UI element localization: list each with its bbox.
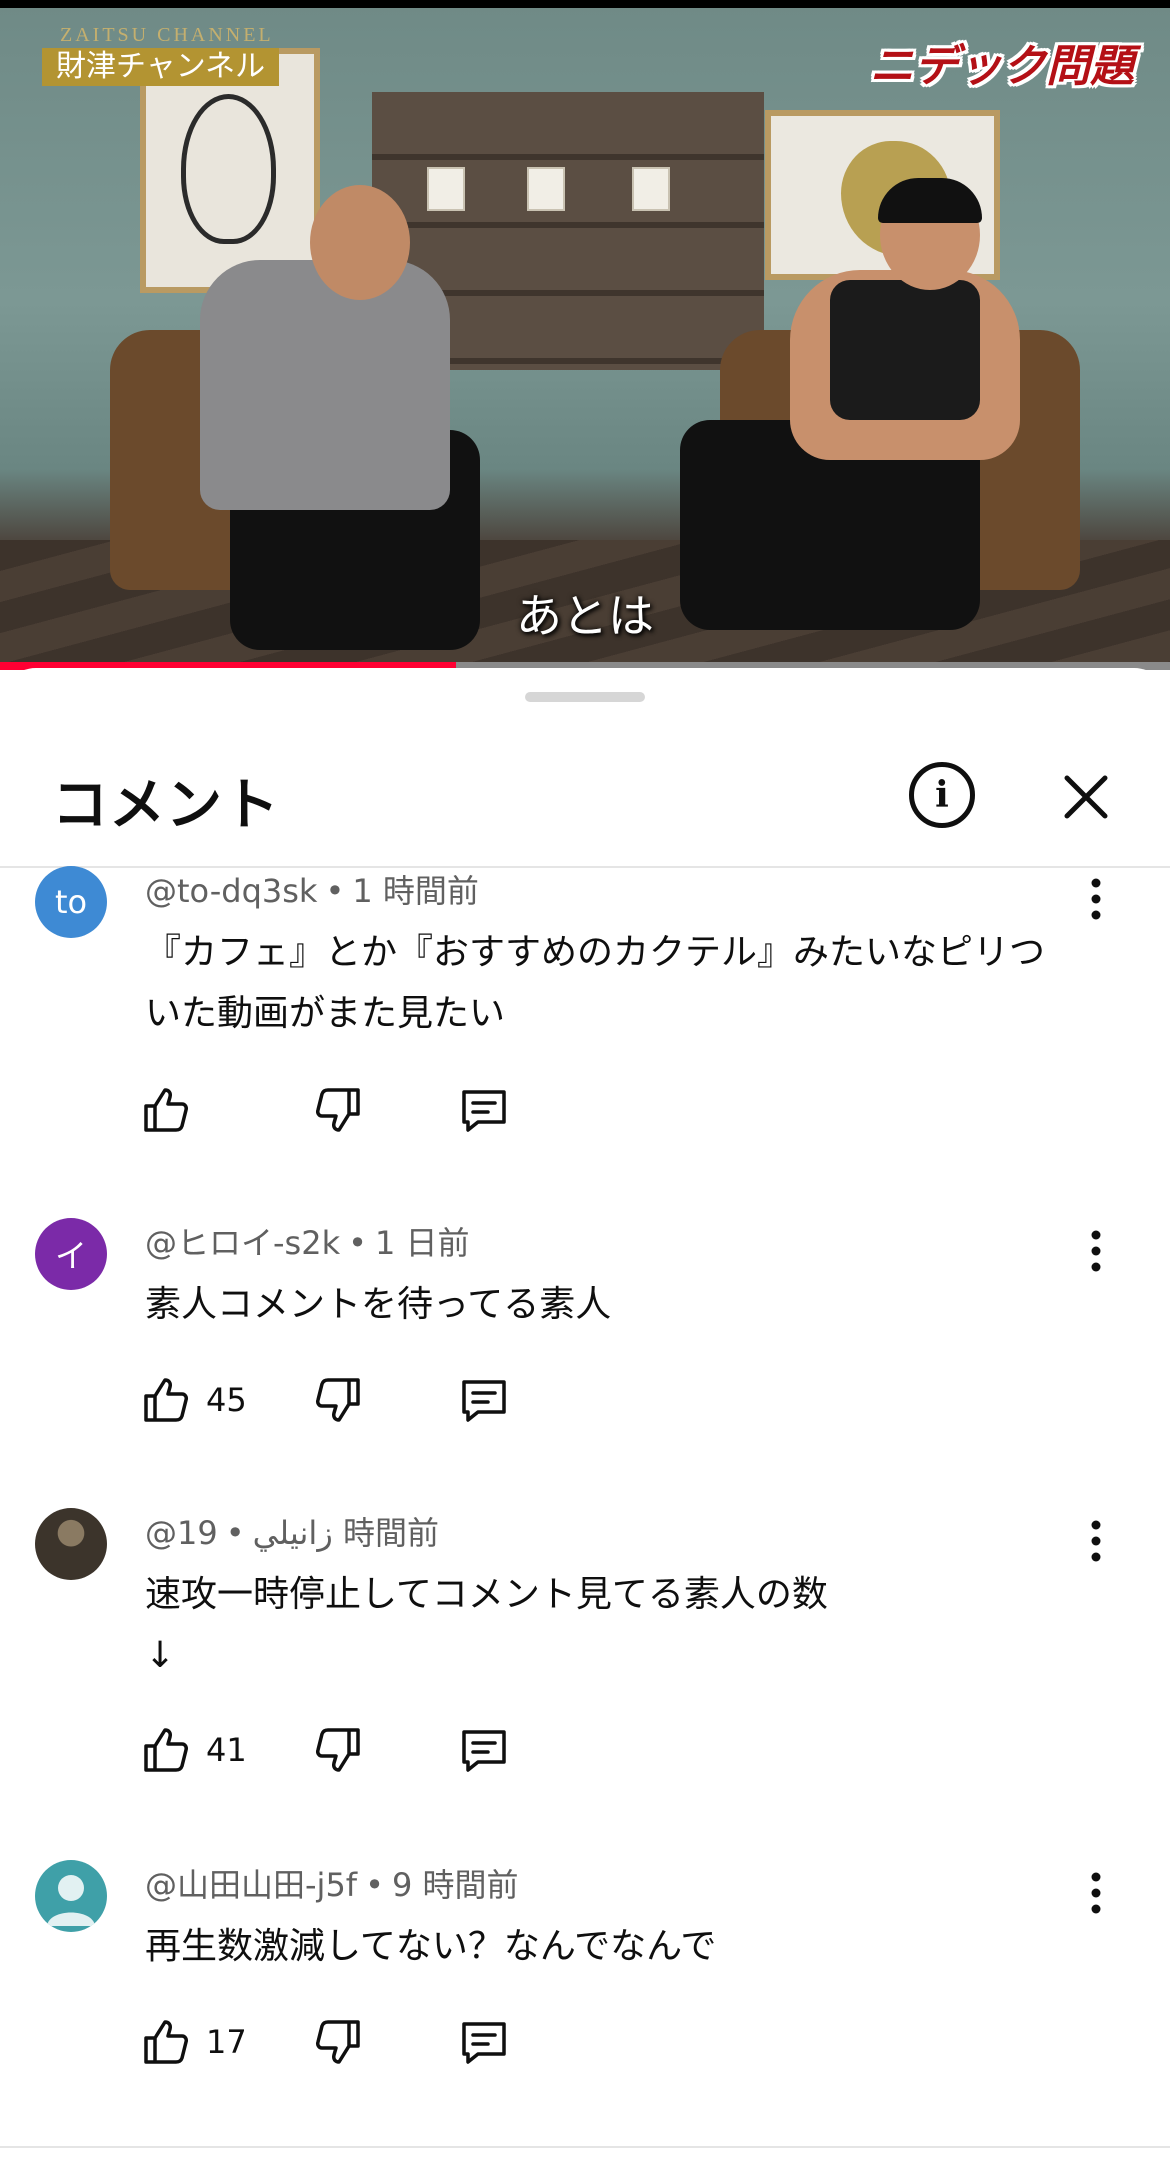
more-options-icon[interactable] (1080, 874, 1112, 924)
like-count: 41 (206, 1731, 247, 1769)
comment-actions (140, 1080, 1040, 1140)
comment-meta: @to-dq3sk • 1 時間前 (145, 866, 479, 912)
meta-separator: • (365, 1866, 384, 1904)
comment-text-line: 素人コメントを待ってる素人 (145, 1284, 612, 1325)
status-bar-strip (0, 0, 1170, 8)
shelf-book (632, 167, 670, 211)
like-button[interactable]: 17 (140, 2012, 247, 2072)
thumb-down-icon (316, 1728, 360, 1772)
reply-icon (462, 1090, 506, 1132)
comment-text: 速攻一時停止してコメント見てる素人の数 ↓ (145, 1564, 1095, 1686)
avatar[interactable] (35, 1508, 107, 1580)
dislike-button[interactable] (312, 1370, 364, 1430)
shelf-book (427, 167, 465, 211)
comment-text-line: 『カフェ』とか『おすすめのカクテル』みたいなピリつ (145, 932, 1046, 973)
video-topic-title: ニデック問題 (870, 41, 1134, 92)
video-subtitle: あとは (516, 589, 654, 643)
thumb-up-icon (144, 1378, 188, 1422)
shelf-book (527, 167, 565, 211)
comment-author[interactable]: @山田山田-j5f (145, 1866, 357, 1904)
comment-time: 9 時間前 (391, 1866, 519, 1904)
more-options-icon[interactable] (1080, 1516, 1112, 1566)
like-count: 17 (206, 2023, 247, 2061)
thumb-down-icon (316, 1088, 360, 1132)
comment-author[interactable]: @ヒロイ-s2k (145, 1224, 340, 1262)
reply-icon (462, 1380, 506, 1422)
reply-button[interactable] (458, 1370, 510, 1430)
like-count: 45 (206, 1381, 247, 1419)
comment-time: 1 時間前 (352, 872, 479, 910)
channel-english-name: ZAITSU CHANNEL (60, 24, 274, 46)
thumb-up-icon (144, 1088, 188, 1132)
sheet-title: コメント (52, 773, 280, 838)
reply-button[interactable] (458, 1080, 510, 1140)
avatar[interactable]: to (35, 866, 107, 938)
comment-meta: @山田山田-j5f • 9 時間前 (145, 1860, 519, 1906)
default-user-icon (47, 1875, 95, 1926)
more-options-icon[interactable] (1080, 1226, 1112, 1276)
dislike-button[interactable] (312, 1080, 364, 1140)
close-icon[interactable] (1055, 766, 1117, 828)
comment-text-line: 速攻一時停止してコメント見てる素人の数 (145, 1574, 828, 1615)
comment-text-line: 再生数激減してない？なんでなんで (145, 1926, 717, 1967)
reply-button[interactable] (458, 2012, 510, 2072)
avatar[interactable] (35, 1860, 107, 1932)
comment-actions: 41 (140, 1720, 1040, 1780)
thumb-down-icon (316, 1378, 360, 1422)
comment-text-line: いた動画がまた見たい (145, 993, 506, 1034)
dislike-button[interactable] (312, 1720, 364, 1780)
person-left-head (310, 185, 410, 300)
person-left-body (200, 260, 450, 510)
person-right-vest (830, 280, 980, 420)
thumb-up-icon (144, 1728, 188, 1772)
comment-meta: @ヒロイ-s2k • 1 日前 (145, 1218, 470, 1264)
info-icon[interactable]: i (909, 762, 975, 828)
comment-actions: 45 (140, 1370, 1040, 1430)
thumb-up-icon (144, 2020, 188, 2064)
meta-separator: • (225, 1514, 245, 1552)
video-player[interactable]: ZAITSU CHANNEL 財津チャンネル ニデック問題 あとは (0, 0, 1170, 670)
reply-button[interactable] (458, 1720, 510, 1780)
comment-time: 1 日前 (375, 1224, 470, 1262)
more-options-icon[interactable] (1080, 1868, 1112, 1918)
comment-meta: @زانيلي•19 時間前 (145, 1508, 439, 1554)
list-bottom-divider (0, 2146, 1170, 2148)
reply-icon (462, 1730, 506, 1772)
like-button[interactable] (140, 1080, 206, 1140)
thumb-down-icon (316, 2020, 360, 2064)
comment-author[interactable]: @to-dq3sk (145, 872, 317, 910)
comment-text: 素人コメントを待ってる素人 (145, 1274, 1095, 1335)
avatar[interactable]: イ (35, 1218, 107, 1290)
sheet-drag-handle[interactable] (525, 692, 645, 702)
like-button[interactable]: 41 (140, 1720, 247, 1780)
comment-text: 再生数激減してない？なんでなんで (145, 1916, 1095, 1977)
dislike-button[interactable] (312, 2012, 364, 2072)
like-button[interactable]: 45 (140, 1370, 247, 1430)
bird-sketch (181, 94, 276, 244)
meta-separator: • (325, 872, 345, 910)
comment-actions: 17 (140, 2012, 1040, 2072)
comment-text-line: ↓ (145, 1635, 176, 1676)
comment-text: 『カフェ』とか『おすすめのカクテル』みたいなピリつ いた動画がまた見たい (145, 922, 1095, 1044)
channel-name-badge: 財津チャンネル (42, 48, 280, 86)
meta-separator: • (348, 1224, 367, 1262)
reply-icon (462, 2022, 506, 2064)
